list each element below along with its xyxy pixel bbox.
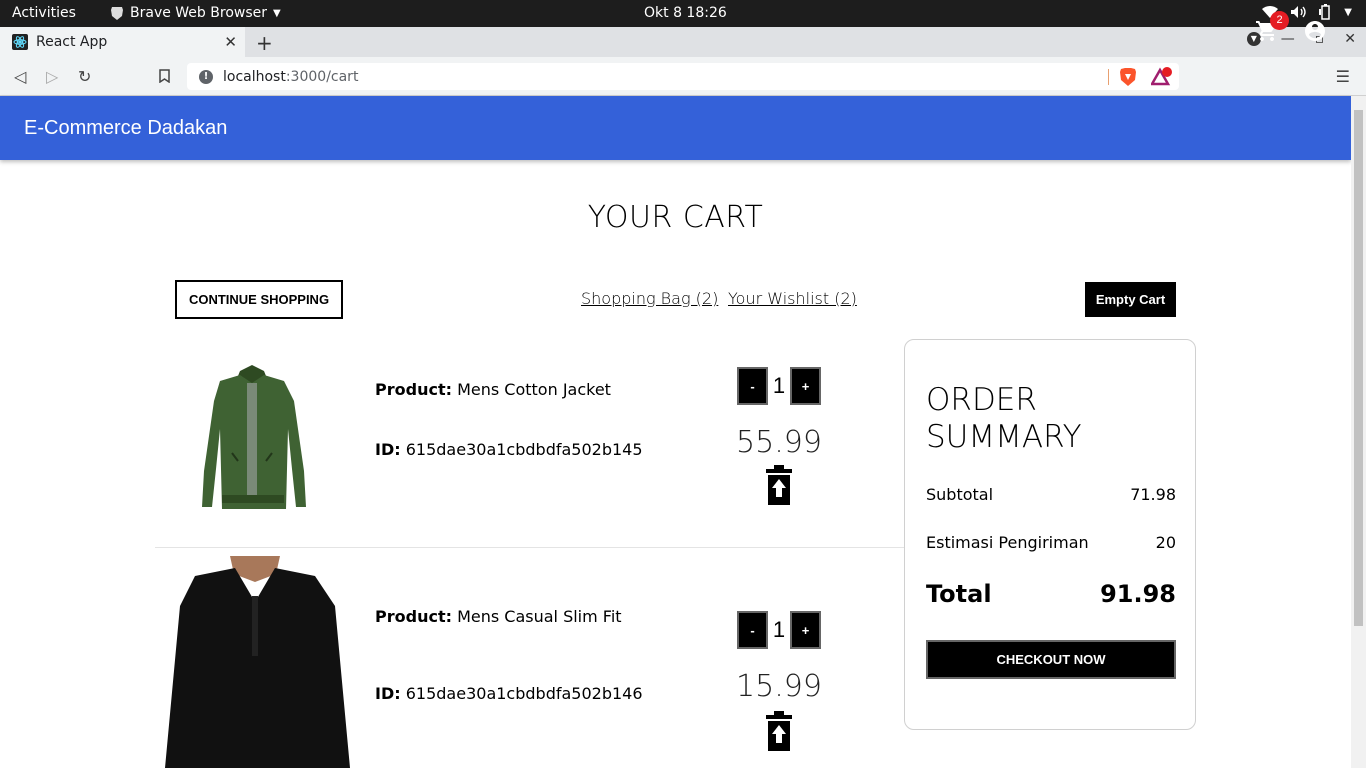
- product-id: 615dae30a1cbdbdfa502b146: [405, 684, 643, 703]
- id-label: ID:: [375, 684, 401, 703]
- bookmark-icon[interactable]: [159, 69, 170, 83]
- close-window-icon[interactable]: ✕: [1344, 31, 1356, 47]
- continue-shopping-button[interactable]: CONTINUE SHOPPING: [175, 280, 343, 319]
- product-image-black-henley-shirt: [165, 556, 350, 768]
- total-value: 91.98: [1100, 580, 1176, 608]
- shopping-bag-link[interactable]: Shopping Bag (2): [581, 289, 718, 308]
- forward-icon[interactable]: ▷: [46, 67, 58, 86]
- battery-icon: [1319, 4, 1331, 20]
- close-icon[interactable]: ✕: [224, 33, 237, 51]
- item-price: 15.99: [736, 669, 822, 704]
- brave-app-icon: [111, 6, 123, 20]
- url-host: localhost: [223, 68, 286, 85]
- browser-toolbar: ◁ ▷ ↻ ! localhost:3000/cart ☰: [0, 57, 1366, 96]
- quantity-stepper: - 1 +: [737, 367, 821, 405]
- subtotal-label: Subtotal: [926, 485, 994, 504]
- delete-icon[interactable]: [764, 465, 794, 505]
- new-tab-button[interactable]: +: [256, 31, 273, 55]
- page-scrollbar[interactable]: [1351, 96, 1366, 768]
- product-label: Product:: [375, 607, 452, 626]
- subtotal-value: 71.98: [1130, 485, 1176, 504]
- shipping-row: Estimasi Pengiriman 20: [926, 533, 1176, 552]
- summary-title: ORDER SUMMARY: [926, 382, 1082, 455]
- app-navbar: E-Commerce Dadakan: [0, 96, 1351, 160]
- product-label: Product:: [375, 380, 452, 399]
- app-menu-label: Brave Web Browser: [130, 5, 267, 21]
- minimize-icon[interactable]: —: [1281, 31, 1295, 47]
- decrease-quantity-button[interactable]: -: [737, 611, 768, 649]
- app-menu[interactable]: Brave Web Browser ▼: [110, 5, 281, 21]
- item-price: 55.99: [736, 425, 822, 460]
- account-circle-icon[interactable]: [1303, 19, 1327, 43]
- chevron-down-icon: ▼: [1344, 6, 1352, 18]
- menu-icon[interactable]: ☰: [1336, 67, 1350, 86]
- divider: [1108, 69, 1109, 85]
- brave-rewards-icon[interactable]: [1151, 67, 1173, 87]
- tab-title: React App: [36, 34, 108, 50]
- scrollbar-thumb[interactable]: [1354, 110, 1363, 626]
- brand-title[interactable]: E-Commerce Dadakan: [24, 117, 227, 140]
- brave-shields-icon[interactable]: [1119, 67, 1137, 87]
- tab-react-app[interactable]: React App ✕: [0, 27, 245, 57]
- quantity-value: 1: [772, 617, 786, 642]
- subtotal-row: Subtotal 71.98: [926, 485, 1176, 504]
- activities-button[interactable]: Activities: [12, 5, 76, 21]
- system-top-bar: Activities Brave Web Browser ▼ Okt 8 18:…: [0, 0, 1366, 27]
- quantity-value: 1: [772, 373, 786, 398]
- quantity-stepper: - 1 +: [737, 611, 821, 649]
- shipping-value: 20: [1155, 533, 1176, 552]
- delete-icon[interactable]: [764, 711, 794, 751]
- tab-strip: React App ✕ + ▼ — ▫ ✕: [0, 27, 1366, 57]
- info-icon[interactable]: !: [199, 69, 213, 84]
- url-path: :3000/cart: [285, 68, 359, 85]
- product-name: Mens Casual Slim Fit: [457, 607, 622, 626]
- cart-item: Product: Mens Cotton Jacket ID: 615dae30…: [155, 355, 905, 535]
- item-divider: [155, 547, 905, 548]
- empty-cart-button[interactable]: Empty Cart: [1085, 282, 1176, 317]
- product-image-green-jacket: [202, 365, 306, 509]
- react-icon: [12, 34, 28, 50]
- id-label: ID:: [375, 440, 401, 459]
- page-title: YOUR CART: [587, 200, 764, 235]
- reload-icon[interactable]: ↻: [78, 67, 91, 86]
- chevron-down-icon: ▼: [273, 7, 281, 19]
- total-row: Total 91.98: [926, 580, 1176, 608]
- shipping-label: Estimasi Pengiriman: [926, 533, 1089, 552]
- product-id: 615dae30a1cbdbdfa502b145: [405, 440, 643, 459]
- increase-quantity-button[interactable]: +: [790, 367, 821, 405]
- address-bar[interactable]: ! localhost:3000/cart: [187, 63, 1179, 90]
- clock[interactable]: Okt 8 18:26: [644, 5, 727, 21]
- wishlist-link[interactable]: Your Wishlist (2): [728, 289, 857, 308]
- cart-count-badge: 2: [1270, 11, 1289, 30]
- increase-quantity-button[interactable]: +: [790, 611, 821, 649]
- back-icon[interactable]: ◁: [14, 67, 26, 86]
- decrease-quantity-button[interactable]: -: [737, 367, 768, 405]
- volume-icon: [1291, 6, 1306, 18]
- cart-item: Product: Mens Casual Slim Fit ID: 615dae…: [155, 556, 905, 768]
- order-summary: ORDER SUMMARY Subtotal 71.98 Estimasi Pe…: [904, 339, 1196, 730]
- total-label: Total: [926, 580, 992, 608]
- product-name: Mens Cotton Jacket: [457, 380, 611, 399]
- checkout-button[interactable]: CHECKOUT NOW: [926, 640, 1176, 679]
